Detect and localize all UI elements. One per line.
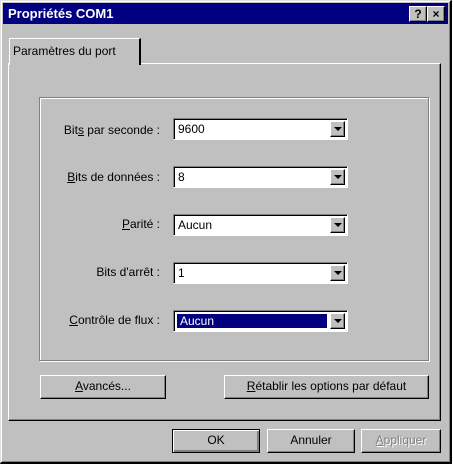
data-bits-combo[interactable]: 8 bbox=[173, 166, 348, 188]
bits-per-second-label: Bits par seconde : bbox=[63, 123, 160, 137]
tab-port-settings[interactable]: Paramètres du port bbox=[9, 38, 141, 65]
data-bits-label: Bits de données : bbox=[67, 170, 160, 184]
parity-value: Aucun bbox=[178, 218, 213, 232]
parity-combo[interactable]: Aucun bbox=[173, 214, 348, 236]
ok-button[interactable]: OK bbox=[172, 429, 260, 453]
tab-label: Paramètres du port bbox=[13, 44, 116, 58]
dropdown-arrow-icon[interactable] bbox=[330, 265, 345, 281]
bits-per-second-value: 9600 bbox=[178, 122, 205, 136]
flow-control-label: Contrôle de flux : bbox=[69, 313, 160, 327]
parity-label: Parité : bbox=[121, 217, 160, 231]
dropdown-arrow-icon[interactable] bbox=[330, 313, 345, 329]
cancel-button[interactable]: Annuler bbox=[267, 429, 355, 453]
flow-control-value: Aucun bbox=[176, 313, 328, 329]
stop-bits-value: 1 bbox=[178, 266, 185, 280]
data-bits-value: 8 bbox=[178, 170, 185, 184]
apply-button[interactable]: Appliquer bbox=[361, 429, 441, 453]
bits-per-second-combo[interactable]: 9600 bbox=[173, 118, 348, 140]
stop-bits-combo[interactable]: 1 bbox=[173, 262, 348, 284]
window-title: Propriétés COM1 bbox=[8, 6, 114, 21]
dropdown-arrow-icon[interactable] bbox=[330, 169, 345, 185]
stop-bits-label: Bits d'arrêt : bbox=[96, 265, 160, 279]
dropdown-arrow-icon[interactable] bbox=[330, 121, 345, 137]
close-button[interactable]: × bbox=[427, 6, 445, 22]
advanced-button[interactable]: Avancés... bbox=[40, 375, 166, 399]
flow-control-combo[interactable]: Aucun bbox=[173, 310, 348, 332]
restore-defaults-button[interactable]: Rétablir les options par défaut bbox=[224, 375, 429, 399]
dropdown-arrow-icon[interactable] bbox=[330, 217, 345, 233]
help-button[interactable]: ? bbox=[409, 6, 427, 22]
title-bar[interactable]: Propriétés COM1 ? × bbox=[3, 3, 448, 24]
